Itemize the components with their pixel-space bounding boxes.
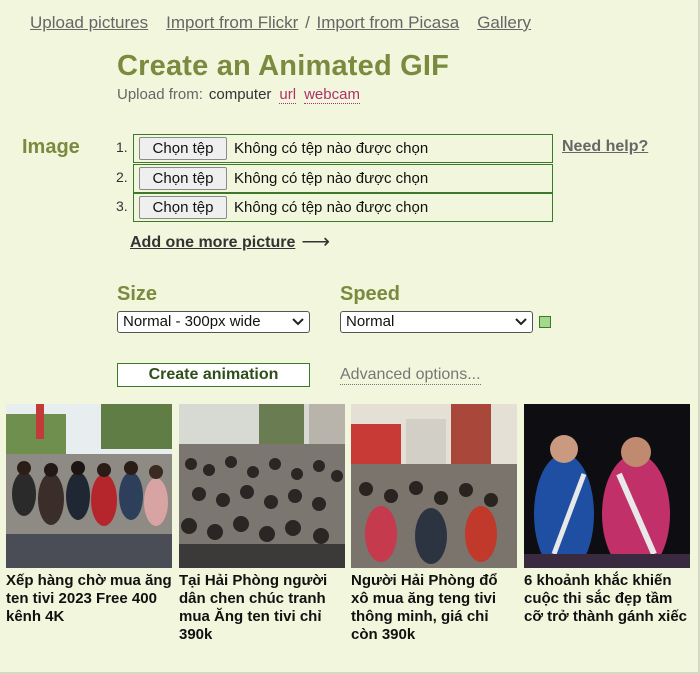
chevron-down-icon [515,318,527,326]
arrow-right-icon: ⟶ [301,231,331,253]
need-help-link[interactable]: Need help? [562,138,648,156]
choose-file-button[interactable]: Chọn tệp [139,196,227,219]
file-status: Không có tệp nào được chọn [234,140,429,157]
upload-from: Upload from: computer url webcam [117,86,360,104]
gallery-thumbnail-queue[interactable] [6,404,172,568]
nav-separator: / [300,13,315,32]
file-row-2: 2. Chọn tệp Không có tệp nào được chọn [116,164,553,193]
speed-label: Speed [340,283,401,305]
gallery-card-3[interactable]: Người Hải Phòng đổ xô mua ăng teng tivi … [351,404,517,644]
gallery-caption[interactable]: 6 khoảnh khắc khiến cuộc thi sắc đẹp tầm… [524,572,690,626]
file-status: Không có tệp nào được chọn [234,199,429,216]
nav-gallery[interactable]: Gallery [477,13,531,32]
advanced-options-link[interactable]: Advanced options... [340,366,481,385]
file-row-number: 3. [116,198,128,214]
file-status: Không có tệp nào được chọn [234,170,429,187]
file-row-number: 2. [116,169,128,185]
file-row-1: 1. Chọn tệp Không có tệp nào được chọn [116,134,553,163]
gallery-card-1[interactable]: Xếp hàng chờ mua ăng ten tivi 2023 Free … [6,404,172,626]
file-input-1[interactable]: Chọn tệp Không có tệp nào được chọn [133,134,553,163]
gallery-card-2[interactable]: Tại Hải Phòng người dân chen chúc tranh … [179,404,345,644]
upload-from-url-link[interactable]: url [279,86,297,104]
nav-import-picasa[interactable]: Import from Picasa [317,13,460,32]
gallery-caption[interactable]: Xếp hàng chờ mua ăng ten tivi 2023 Free … [6,572,172,626]
file-input-2[interactable]: Chọn tệp Không có tệp nào được chọn [133,164,553,193]
size-select[interactable]: Normal - 300px wide [117,311,310,333]
file-input-3[interactable]: Chọn tệp Không có tệp nào được chọn [133,193,553,222]
nav-upload-pictures[interactable]: Upload pictures [30,13,148,32]
image-section-label: Image [22,136,80,158]
size-label: Size [117,283,158,305]
gallery-caption[interactable]: Tại Hải Phòng người dân chen chúc tranh … [179,572,345,644]
upload-from-webcam-link[interactable]: webcam [304,86,360,104]
upload-from-label: Upload from: [117,86,203,103]
gallery-caption[interactable]: Người Hải Phòng đổ xô mua ăng teng tivi … [351,572,517,644]
create-animation-button[interactable]: Create animation [117,363,310,387]
top-nav: Upload pictures Import from Flickr / Impo… [30,13,531,33]
gallery-card-4[interactable]: 6 khoảnh khắc khiến cuộc thi sắc đẹp tầm… [524,404,690,626]
chevron-down-icon [292,318,304,326]
choose-file-button[interactable]: Chọn tệp [139,167,227,190]
page-title: Create an Animated GIF [117,50,450,82]
speed-indicator-square [539,316,551,328]
add-more-picture-link[interactable]: Add one more picture ⟶ [130,229,330,254]
gallery-thumbnail-pageant[interactable] [524,404,690,568]
file-row-number: 1. [116,139,128,155]
add-more-label: Add one more picture [130,234,296,251]
nav-import-flickr[interactable]: Import from Flickr [166,13,298,32]
speed-select[interactable]: Normal [340,311,533,333]
choose-file-button[interactable]: Chọn tệp [139,137,227,160]
size-selected-value: Normal - 300px wide [123,313,261,330]
speed-selected-value: Normal [346,313,395,330]
upload-from-computer: computer [208,86,272,103]
gallery-thumbnail-crowd[interactable] [179,404,345,568]
gallery-thumbnail-shopfront[interactable] [351,404,517,568]
file-row-3: 3. Chọn tệp Không có tệp nào được chọn [116,193,553,222]
